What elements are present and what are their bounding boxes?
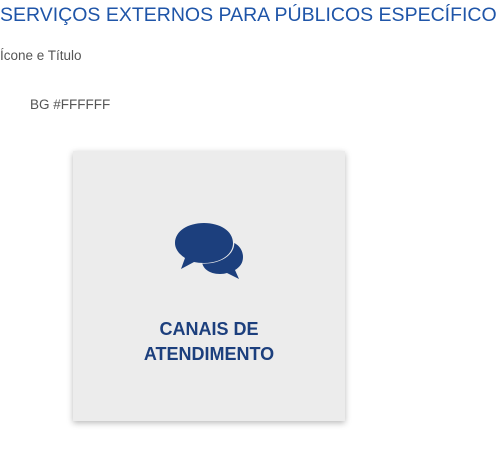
canais-de-atendimento-card[interactable]: CANAIS DE ATENDIMENTO <box>73 151 345 421</box>
background-note: BG #FFFFFF <box>30 97 111 112</box>
card-label-line-2: ATENDIMENTO <box>143 344 275 364</box>
card-label: CANAIS DE ATENDIMENTO <box>73 317 345 367</box>
section-subtitle: Ícone e Título <box>0 48 82 63</box>
comments-icon <box>175 223 243 279</box>
card-label-line-1: CANAIS DE <box>159 319 259 339</box>
page-title: SERVIÇOS EXTERNOS PARA PÚBLICOS ESPECÍFI… <box>0 4 496 26</box>
page: SERVIÇOS EXTERNOS PARA PÚBLICOS ESPECÍFI… <box>0 0 496 459</box>
